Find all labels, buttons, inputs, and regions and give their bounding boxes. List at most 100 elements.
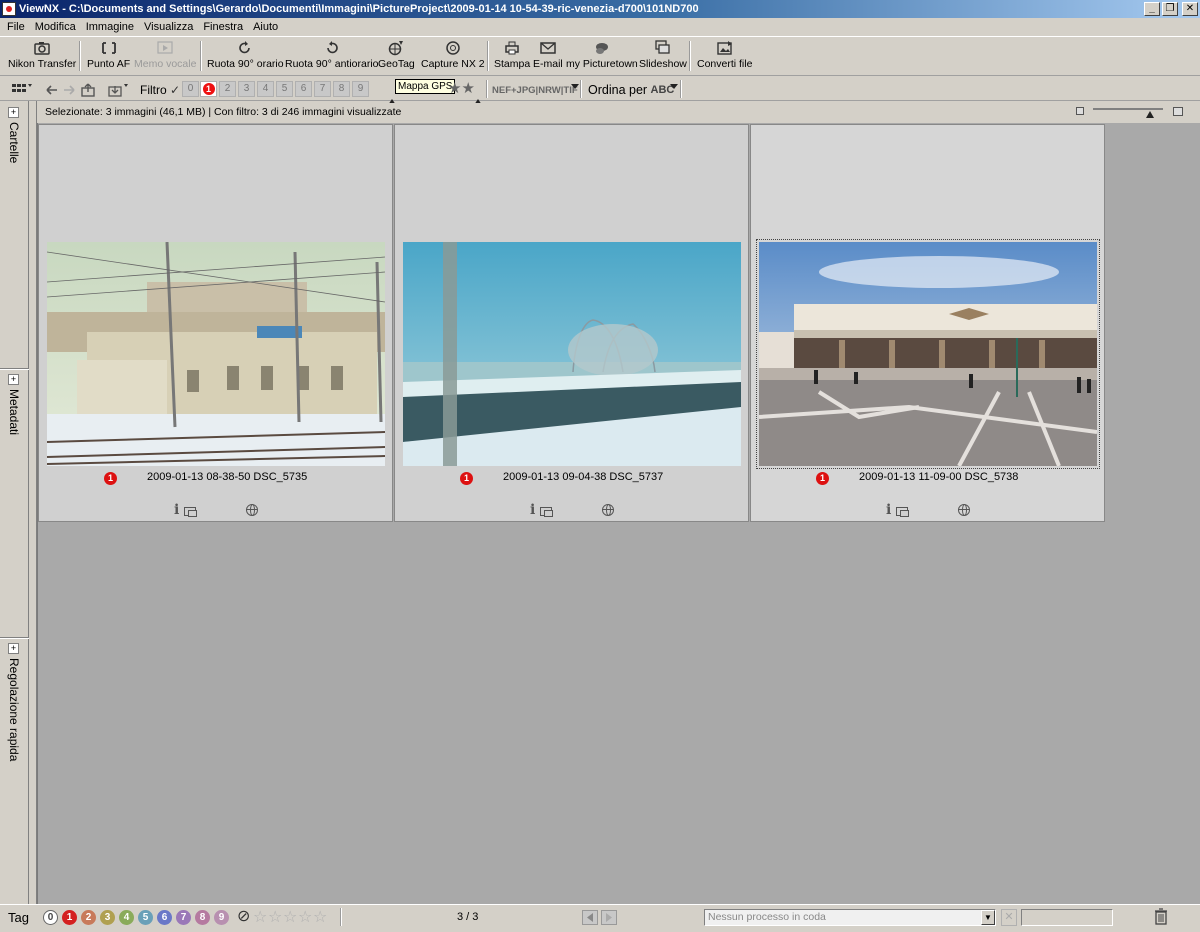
star-1-icon[interactable]: ☆ (253, 907, 267, 927)
triangle-right-icon (606, 913, 612, 922)
small-thumbs-icon[interactable] (1076, 107, 1084, 115)
filter-label-9[interactable]: 9 (352, 81, 369, 97)
tag-label-2[interactable]: 2 (81, 910, 96, 925)
convert-files-button[interactable]: Converti file (697, 40, 752, 70)
af-point-button[interactable]: Punto AF (87, 40, 130, 70)
filter-label-2[interactable]: 2 (219, 81, 236, 97)
process-queue-select[interactable]: Nessun processo in coda ▼ (704, 909, 996, 926)
filter-check-icon[interactable]: ✓ (170, 83, 180, 97)
tag-label-1[interactable]: 1 (62, 910, 77, 925)
menu-finestra[interactable]: Finestra (198, 21, 248, 33)
tag-label-7[interactable]: 7 (176, 910, 191, 925)
filter-label-8[interactable]: 8 (333, 81, 350, 97)
star-2-icon[interactable]: ☆ (268, 907, 282, 927)
tag-label-3[interactable]: 3 (100, 910, 115, 925)
tag-label-5[interactable]: 5 (138, 910, 153, 925)
capture-nx2-button[interactable]: Capture NX 2 (421, 40, 485, 70)
thumbnail-card[interactable]: 1 2009-01-13 09-04-38 DSC_5737 i (394, 124, 749, 522)
globe-icon[interactable] (602, 504, 614, 516)
filter-stars[interactable]: ★★ (448, 79, 475, 97)
thumbnail-card[interactable]: 1 2009-01-13 08-38-50 DSC_5735 i (38, 124, 393, 522)
tag-label-6[interactable]: 6 (157, 910, 172, 925)
no-rating-icon[interactable]: ⊘ (237, 906, 250, 926)
tag-label-4[interactable]: 4 (119, 910, 134, 925)
cancel-process-button[interactable]: ✕ (1001, 909, 1017, 926)
forward-button[interactable] (62, 81, 76, 99)
rotate-counterclockwise-button[interactable]: Ruota 90° antiorario (285, 40, 379, 70)
import-menu-button[interactable] (108, 81, 130, 99)
thumbnail-card-selected[interactable]: 1 2009-01-13 11-09-00 DSC_5738 i (750, 124, 1105, 522)
trash-icon (1155, 908, 1167, 925)
thumbnail-view-button[interactable] (12, 81, 32, 99)
overlay-icon[interactable] (184, 507, 197, 517)
star-5-icon[interactable]: ☆ (313, 907, 327, 927)
info-icon[interactable]: i (530, 502, 535, 518)
sort-control[interactable]: Ordina per ABC (588, 81, 674, 99)
tab-cartelle[interactable]: + Cartelle (2, 107, 26, 163)
tag-label-0[interactable]: 0 (43, 910, 58, 925)
filter-label-4[interactable]: 4 (257, 81, 274, 97)
rotate-clockwise-button[interactable]: Ruota 90° orario (207, 40, 284, 70)
globe-icon[interactable] (958, 504, 970, 516)
star-3-icon[interactable]: ☆ (283, 907, 297, 927)
menu-aiuto[interactable]: Aiuto (248, 21, 283, 33)
next-page-button[interactable] (601, 910, 617, 925)
convert-icon (717, 41, 732, 55)
menu-file[interactable]: File (2, 21, 30, 33)
filter-label-5[interactable]: 5 (276, 81, 293, 97)
triangle-left-icon (587, 913, 593, 922)
photo-train-station[interactable] (47, 242, 385, 466)
sort-dropdown-icon[interactable] (670, 77, 678, 95)
globe-icon[interactable] (246, 504, 258, 516)
photo-snowy-field[interactable] (403, 242, 741, 466)
info-icon[interactable]: i (174, 502, 179, 518)
filter-label-1[interactable]: 1 (200, 81, 217, 97)
thumbnail-size-slider[interactable] (1093, 108, 1163, 110)
color-label-badge: 1 (816, 472, 829, 485)
email-button[interactable]: E-mail (533, 40, 563, 70)
filter-label-3[interactable]: 3 (238, 81, 255, 97)
tag-label-8[interactable]: 8 (195, 910, 210, 925)
close-button[interactable]: ✕ (1182, 2, 1198, 16)
capture-nx-icon (446, 41, 460, 55)
info-icon[interactable]: i (886, 502, 891, 518)
expand-icon[interactable]: + (8, 374, 19, 385)
previous-page-button[interactable] (582, 910, 598, 925)
print-button[interactable]: Stampa (494, 40, 530, 70)
my-picturetown-button[interactable]: my Picturetown (566, 40, 638, 70)
nikon-transfer-button[interactable]: Nikon Transfer (8, 40, 76, 70)
file-type-filter[interactable]: NEF+JPG|NRW|TIF (492, 81, 578, 99)
tag-label-9[interactable]: 9 (214, 910, 229, 925)
menu-immagine[interactable]: Immagine (81, 21, 139, 33)
photo-venice-station[interactable] (756, 239, 1100, 469)
filter-label-0[interactable]: 0 (182, 81, 199, 97)
large-thumbs-icon[interactable] (1173, 107, 1183, 116)
gps-map-tooltip: Mappa GPS (395, 79, 456, 94)
menu-visualizza[interactable]: Visualizza (139, 21, 198, 33)
expand-icon[interactable]: + (8, 107, 19, 118)
up-folder-button[interactable] (81, 81, 97, 99)
overlay-icon[interactable] (896, 507, 909, 517)
slideshow-button[interactable]: Slideshow (639, 40, 687, 70)
chevron-down-icon[interactable]: ▼ (981, 910, 995, 925)
geotag-button[interactable]: GeoTag (378, 40, 415, 70)
email-icon (540, 42, 556, 54)
voice-memo-button[interactable]: Memo vocale (134, 40, 196, 70)
overlay-icon[interactable] (540, 507, 553, 517)
filter-label-6[interactable]: 6 (295, 81, 312, 97)
menu-modifica[interactable]: Modifica (30, 21, 81, 33)
thumbnail-image (47, 242, 385, 466)
filter-label-7[interactable]: 7 (314, 81, 331, 97)
back-button[interactable] (45, 81, 59, 99)
slider-knob-icon[interactable] (1146, 111, 1154, 118)
file-type-dropdown-icon[interactable] (571, 77, 579, 95)
minimize-button[interactable]: _ (1144, 2, 1160, 16)
trash-button[interactable] (1154, 908, 1168, 928)
splitter[interactable] (29, 101, 37, 904)
tab-metadati[interactable]: + Metadati (2, 374, 26, 435)
maximize-button[interactable]: ❐ (1162, 2, 1178, 16)
toolbar-separator (200, 41, 202, 71)
star-4-icon[interactable]: ☆ (298, 907, 312, 927)
tab-regolazione-rapida[interactable]: + Regolazione rapida (2, 643, 26, 761)
expand-icon[interactable]: + (8, 643, 19, 654)
